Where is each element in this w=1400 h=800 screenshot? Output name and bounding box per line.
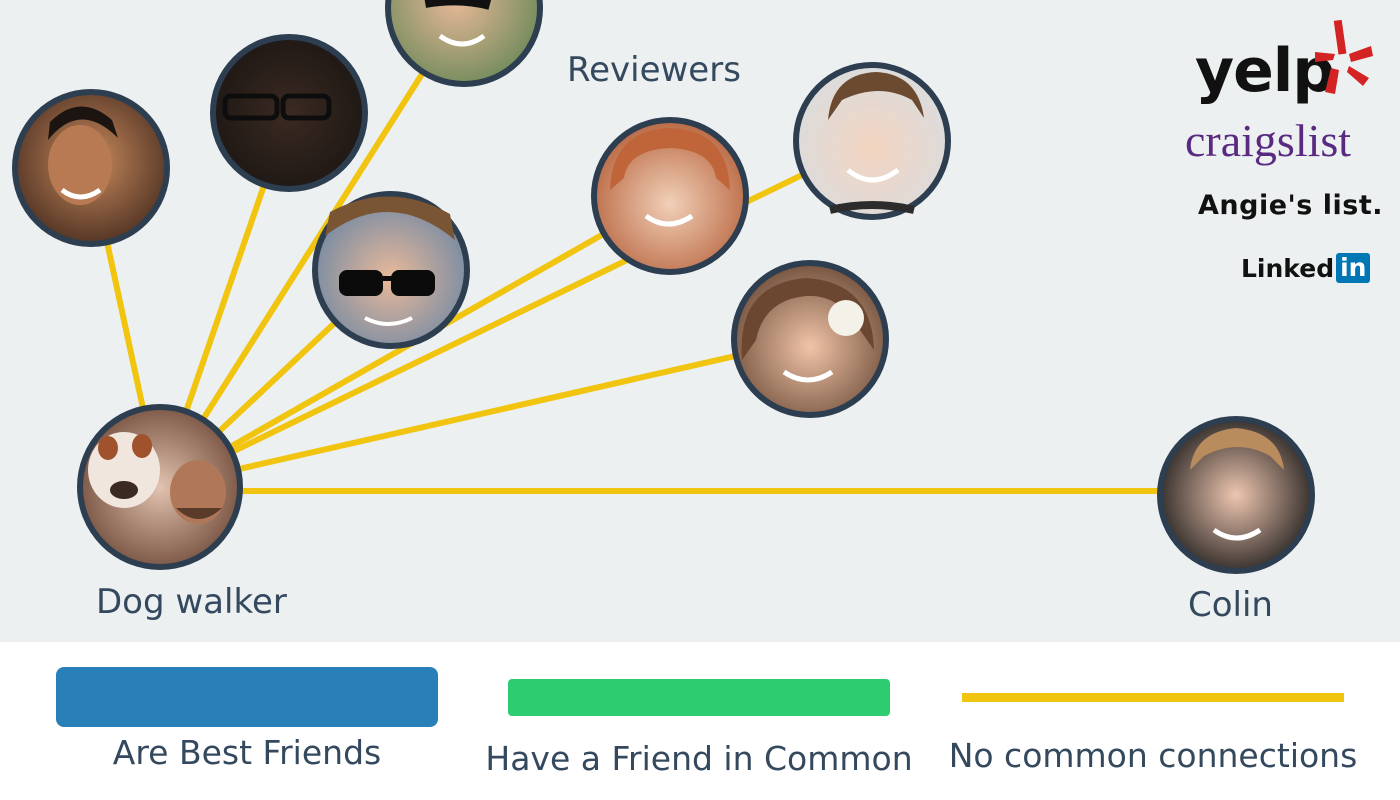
network-graph: [12, 0, 1315, 574]
avatar-reviewer-7[interactable]: [731, 260, 889, 418]
yelp-burst-icon: [1315, 19, 1373, 94]
dog-walker-label: Dog walker: [96, 582, 287, 622]
avatar-colin[interactable]: [1157, 416, 1315, 574]
avatar-reviewer-5[interactable]: [591, 117, 749, 275]
colin-label: Colin: [1188, 585, 1273, 625]
legend-label-no-common: No common connections: [948, 736, 1358, 775]
avatar-reviewer-3[interactable]: [385, 0, 543, 87]
legend-label-friend-in-common: Have a Friend in Common: [485, 739, 913, 778]
linkedin-wordmark: Linked: [1241, 253, 1335, 283]
craigslist-logo: craigslist: [1185, 115, 1352, 166]
avatar-dog-walker[interactable]: [77, 404, 243, 570]
avatar-reviewer-4[interactable]: [312, 191, 470, 349]
reviewers-label: Reviewers: [567, 50, 741, 90]
legend-label-best-friends: Are Best Friends: [112, 733, 382, 772]
legend-swatch-no-common: [962, 693, 1344, 702]
edge-reviewer-7: [159, 336, 811, 490]
angies-list-logo: Angie's list.: [1198, 190, 1383, 221]
linkedin-in-icon: in: [1336, 253, 1371, 283]
avatar-reviewer-1[interactable]: [12, 89, 170, 247]
linkedin-logo: Linked in: [1241, 250, 1371, 286]
legend-swatch-best-friends: [56, 667, 438, 727]
avatar-reviewer-6[interactable]: [793, 62, 951, 220]
yelp-logo: yelp: [1195, 18, 1375, 106]
avatar-reviewer-2[interactable]: [210, 34, 368, 192]
network-diagram: Reviewers Dog walker Colin yelp craigsli…: [0, 0, 1400, 642]
legend-swatch-friend-in-common: [508, 679, 890, 716]
